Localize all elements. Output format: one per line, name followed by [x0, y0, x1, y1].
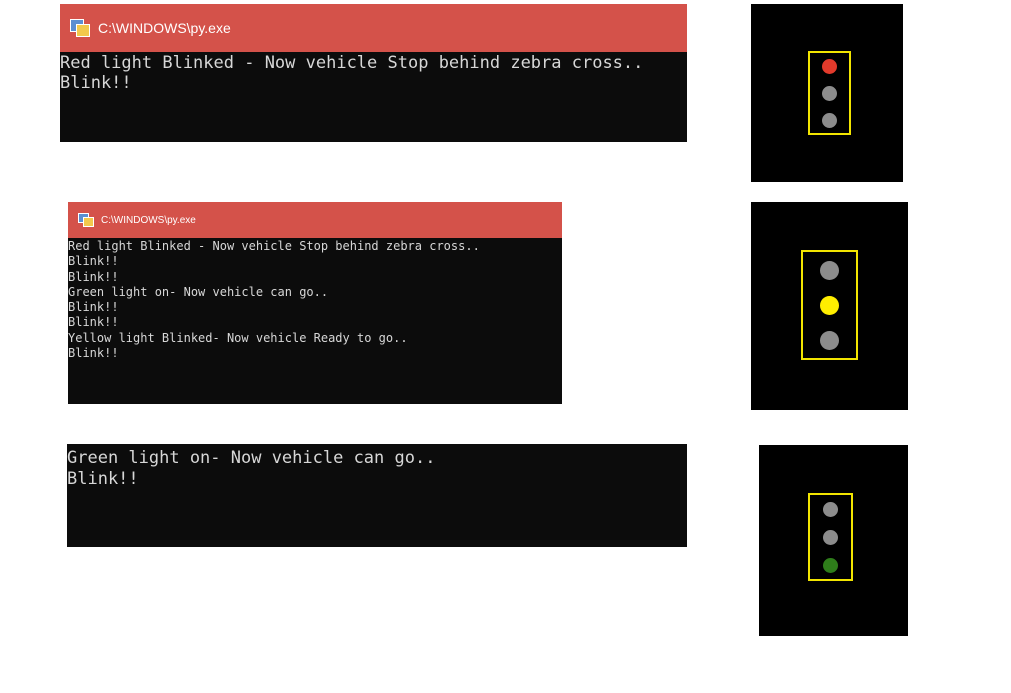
window-title: C:\WINDOWS\py.exe [101, 214, 196, 226]
console-line: Red light Blinked - Now vehicle Stop beh… [60, 53, 644, 73]
python-console-icon [78, 213, 94, 227]
red-lamp-icon [820, 261, 839, 280]
console-line: Blink!! [68, 300, 119, 315]
window-title: C:\WINDOWS\py.exe [98, 20, 231, 36]
traffic-light-panel-1 [751, 4, 903, 182]
traffic-light-frame [801, 250, 858, 360]
yellow-lamp-icon [822, 86, 837, 101]
red-lamp-icon [823, 502, 838, 517]
yellow-lamp-icon [820, 296, 839, 315]
python-console-icon [70, 19, 90, 37]
console-line: Blink!! [68, 346, 119, 361]
green-lamp-icon [822, 113, 837, 128]
console-window-2: C:\WINDOWS\py.exe Red light Blinked - No… [68, 202, 562, 404]
green-lamp-icon [823, 558, 838, 573]
traffic-light-panel-2 [751, 202, 908, 410]
console-line: Red light Blinked - Now vehicle Stop beh… [68, 239, 480, 253]
window-titlebar[interactable]: C:\WINDOWS\py.exe [68, 202, 562, 238]
yellow-lamp-icon [823, 530, 838, 545]
console-output: Red light Blinked - Now vehicle Stop beh… [60, 53, 643, 93]
console-line: Blink!! [68, 254, 119, 269]
console-window-1: C:\WINDOWS\py.exe Red light Blinked - No… [60, 4, 687, 142]
console-window-3: Green light on- Now vehicle can go.. Bli… [67, 444, 687, 547]
traffic-light-frame [808, 493, 853, 581]
console-line: Green light on- Now vehicle can go.. [68, 284, 329, 299]
red-lamp-icon [822, 59, 837, 74]
console-line: Blink!! [68, 315, 119, 330]
console-line: Blink!! [67, 469, 139, 489]
console-line: Blink!! [68, 269, 119, 284]
traffic-light-panel-3 [759, 445, 908, 636]
console-line: Green light on- Now vehicle can go.. [67, 448, 436, 468]
green-lamp-icon [820, 331, 839, 350]
traffic-light-frame [808, 51, 851, 135]
window-titlebar[interactable]: C:\WINDOWS\py.exe [60, 4, 687, 52]
console-line: Yellow light Blinked- Now vehicle Ready … [68, 330, 408, 345]
console-output: Green light on- Now vehicle can go.. Bli… [67, 448, 435, 490]
console-output: Red light Blinked - Now vehicle Stop beh… [68, 239, 480, 361]
console-line: Blink!! [60, 73, 132, 93]
